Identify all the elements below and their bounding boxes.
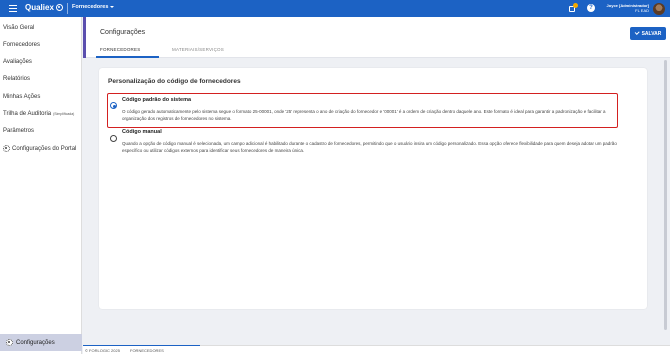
save-button-label: SALVAR <box>641 30 662 37</box>
menu-icon[interactable] <box>9 5 17 12</box>
sidebar-item-label: Parâmetros <box>3 128 35 134</box>
user-info[interactable]: Joyce [Administrador] FL EAD <box>607 3 649 13</box>
option-title-codigo-manual[interactable]: Código manual <box>122 129 162 135</box>
sidebar-item-label: Minhas Ações <box>3 94 41 100</box>
gear-icon <box>3 145 10 152</box>
sidebar-item-label: Relatórios <box>3 76 31 82</box>
footer: © FORLOGIC 2025 FORNECEDORES <box>83 345 670 354</box>
gear-icon <box>6 339 13 346</box>
avatar[interactable] <box>653 3 665 15</box>
sidebar-item-configuracoes[interactable]: Configurações <box>0 334 82 351</box>
notifications-button[interactable] <box>569 3 578 13</box>
module-label: Fornecedores <box>72 4 109 10</box>
sidebar: Visão Geral Fornecedores Avaliações Rela… <box>0 17 82 354</box>
page-title: Configurações <box>100 29 146 36</box>
sidebar-item-parametros[interactable]: Parâmetros <box>3 128 34 134</box>
sidebar-item-label: Avaliações <box>3 59 32 65</box>
tab-materiais-servicos[interactable]: MATERIAIS/SERVIÇOS <box>172 47 224 52</box>
sidebar-item-label: Fornecedores <box>3 42 41 48</box>
module-selector[interactable]: Fornecedores <box>72 4 115 10</box>
footer-module: FORNECEDORES <box>130 348 164 353</box>
sidebar-item-configuracoes-portal[interactable]: Configurações do Portal <box>3 145 76 152</box>
option-title-codigo-padrao[interactable]: Código padrão do sistema <box>122 97 191 103</box>
active-tab-indicator <box>96 56 159 58</box>
sidebar-item-trilha-auditoria[interactable]: Trilha de Auditoria (Simplificada) <box>3 111 74 117</box>
page-header: Configurações FORNECEDORES MATERIAIS/SER… <box>83 17 670 58</box>
header-accent <box>83 17 86 58</box>
sidebar-item-visao-geral[interactable]: Visão Geral <box>3 25 34 31</box>
check-icon <box>634 30 639 35</box>
footer-accent-line <box>83 345 200 346</box>
sidebar-item-minhas-acoes[interactable]: Minhas Ações <box>3 94 40 100</box>
save-button[interactable]: SALVAR <box>630 27 666 40</box>
help-icon[interactable]: ? <box>587 4 595 12</box>
radio-codigo-manual[interactable] <box>110 135 117 142</box>
card-title: Personalização do código de fornecedores <box>108 78 241 85</box>
sidebar-item-avaliacoes[interactable]: Avaliações <box>3 59 32 65</box>
sidebar-item-badge: (Simplificada) <box>53 112 75 116</box>
top-bar: Qualiex Fornecedores ? Joyce [Administra… <box>0 0 670 17</box>
sidebar-item-relatorios[interactable]: Relatórios <box>3 76 30 82</box>
sidebar-item-label: Configurações do Portal <box>12 145 77 152</box>
sidebar-item-fornecedores[interactable]: Fornecedores <box>3 42 40 48</box>
notification-badge <box>573 3 578 8</box>
code-settings-card: Personalização do código de fornecedores… <box>99 68 647 309</box>
divider <box>67 3 68 14</box>
radio-codigo-padrao[interactable] <box>110 102 117 109</box>
logo-mark-icon <box>55 4 63 11</box>
brand-name: Qualiex <box>25 3 54 12</box>
app-logo[interactable]: Qualiex <box>25 3 63 12</box>
tab-fornecedores[interactable]: FORNECEDORES <box>100 47 140 52</box>
user-company: FL EAD <box>635 8 649 13</box>
chevron-down-icon <box>110 6 115 8</box>
sidebar-item-label: Configurações <box>16 339 55 346</box>
scrollbar[interactable] <box>664 60 667 330</box>
option-desc-codigo-padrao: O código gerado automaticamente pelo sis… <box>122 109 606 121</box>
option-desc-codigo-manual: Quando a opção de código manual é seleci… <box>122 141 617 153</box>
sidebar-item-label: Visão Geral <box>3 25 35 31</box>
copyright: © FORLOGIC 2025 <box>85 348 120 353</box>
sidebar-item-label: Trilha de Auditoria <box>3 111 52 117</box>
